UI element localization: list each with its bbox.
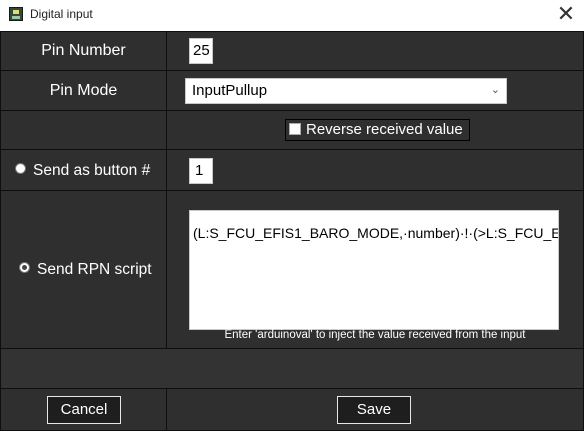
pin-number-label-cell: Pin Number <box>0 31 167 71</box>
cancel-button[interactable]: Cancel <box>47 396 121 424</box>
send-rpn-option-cell: Send RPN script <box>0 190 167 349</box>
send-rpn-label: Send RPN script <box>37 261 152 278</box>
save-cell: Save <box>166 388 584 431</box>
spacer-row <box>0 348 584 389</box>
pin-number-input[interactable]: 25 <box>189 38 213 64</box>
pin-mode-label-cell: Pin Mode <box>0 70 167 111</box>
pin-number-input-cell: 25 <box>166 31 584 71</box>
pin-mode-label: Pin Mode <box>49 82 118 99</box>
empty-cell <box>0 110 167 150</box>
send-button-option-cell: Send as button # <box>0 149 167 191</box>
chevron-down-icon: ⌄ <box>490 84 500 96</box>
button-number-input[interactable]: 1 <box>189 158 213 184</box>
app-icon <box>9 7 23 21</box>
pin-mode-select-cell: InputPullup ⌄ <box>166 70 584 111</box>
send-button-label: Send as button # <box>33 162 151 179</box>
send-button-input-cell: 1 <box>166 149 584 191</box>
rpn-script-textarea[interactable]: (L:S_FCU_EFIS1_BARO_MODE,·number)·!·(>L:… <box>189 210 559 330</box>
pin-number-label: Pin Number <box>41 42 126 59</box>
window-title: Digital input <box>30 7 93 21</box>
save-button[interactable]: Save <box>337 396 411 424</box>
reverse-checkbox-group[interactable]: Reverse received value <box>285 119 470 141</box>
title-bar: Digital input ✕ <box>0 0 584 32</box>
send-rpn-radio[interactable] <box>19 262 30 273</box>
pin-mode-select[interactable]: InputPullup ⌄ <box>185 78 507 104</box>
reverse-checkbox-label: Reverse received value <box>306 121 463 138</box>
cancel-cell: Cancel <box>0 388 167 431</box>
close-icon[interactable]: ✕ <box>548 0 584 31</box>
digital-input-form: Pin Number 25 Pin Mode InputPullup ⌄ Rev… <box>0 31 584 431</box>
rpn-script-cell: (L:S_FCU_EFIS1_BARO_MODE,·number)·!·(>L:… <box>166 190 584 349</box>
pin-mode-selected-value: InputPullup <box>192 82 268 99</box>
send-button-radio[interactable] <box>15 163 26 174</box>
rpn-hint-text: Enter 'arduinoval' to inject the value r… <box>224 329 526 341</box>
reverse-checkbox[interactable] <box>289 123 301 135</box>
